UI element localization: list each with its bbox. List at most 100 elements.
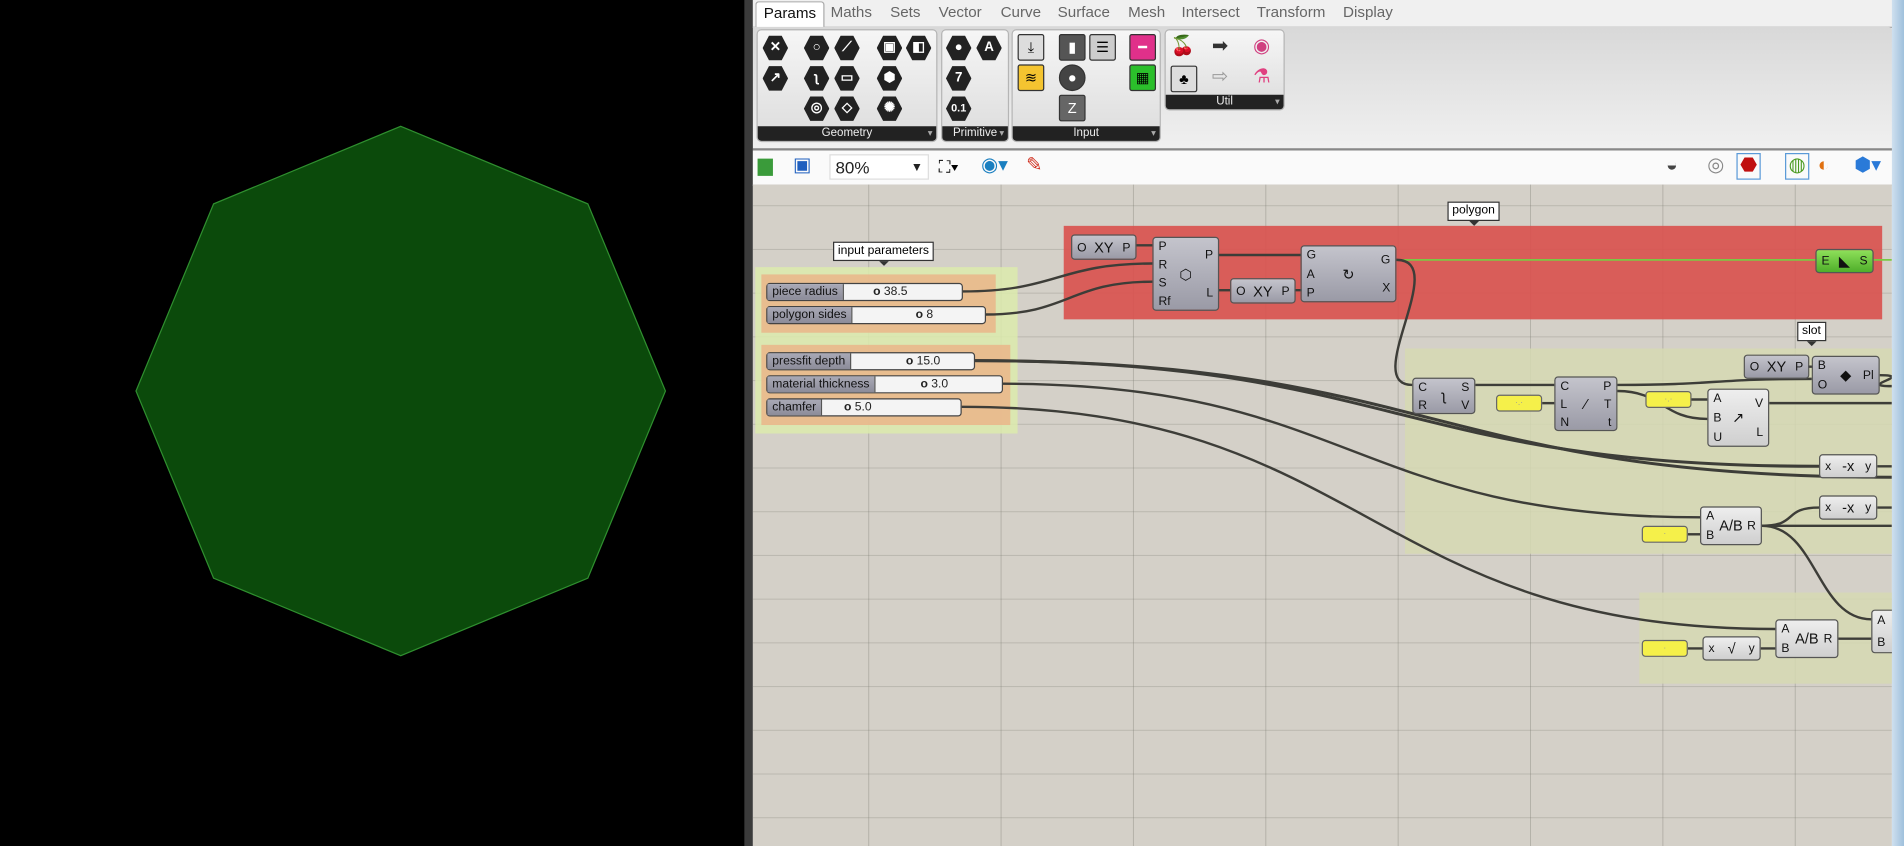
input-port[interactable]: R [1158,257,1167,273]
polygon-component[interactable]: P R S Rf P L ⬡ [1152,236,1220,311]
orient-component[interactable]: G A P G X ↻ [1300,245,1397,303]
input-port[interactable]: R [1418,398,1427,414]
input-port[interactable]: P [1307,286,1315,302]
plane-component[interactable]: B O Pl ◆ [1811,355,1880,395]
output-port[interactable]: L [1756,425,1763,441]
number-panel[interactable]: ·.· [1645,391,1692,409]
output-port[interactable]: y [1865,500,1871,516]
input-port[interactable]: B [1713,410,1721,426]
output-port[interactable]: R [1824,631,1833,647]
input-port[interactable]: O [1750,359,1759,375]
output-port[interactable]: V [1755,396,1763,412]
input-port[interactable]: P [1158,239,1166,255]
window-edge-scrollbar[interactable] [1891,0,1904,846]
material-thickness-slider[interactable]: material thickness 3.0 [766,375,1004,394]
wire[interactable] [1761,524,1872,621]
slider-value: 15.0 [906,353,941,369]
output-port[interactable]: y [1865,459,1871,475]
div1-component[interactable]: A B R A/B [1700,506,1762,546]
input-port[interactable]: A [1307,267,1315,283]
input-parameters-label[interactable]: input parameters [833,241,934,266]
output-port[interactable]: P [1205,248,1213,264]
xy2-component[interactable]: O P XY [1230,278,1296,304]
number-panel[interactable]: · [1641,525,1688,543]
segments-component[interactable]: CR SVʅ [1412,377,1476,415]
output-port[interactable]: L [1206,285,1213,301]
input-port[interactable]: O [1236,284,1245,300]
output-port[interactable]: P [1122,240,1130,256]
input-port[interactable]: A [1706,509,1714,525]
input-port[interactable]: x [1709,641,1715,657]
wire[interactable] [1761,506,1820,528]
output-port[interactable]: P [1281,284,1289,300]
input-port[interactable]: A [1781,622,1789,638]
output-port[interactable]: P [1795,359,1803,375]
explode-component[interactable]: E S ◣ [1815,248,1874,274]
output-port[interactable]: X [1382,281,1390,297]
component-icon: ʅ [1442,387,1446,405]
input-port[interactable]: C [1418,379,1427,395]
output-port[interactable]: G [1381,252,1390,268]
output-port[interactable]: R [1747,519,1756,535]
input-port[interactable]: E [1821,254,1829,270]
wire[interactable] [1617,377,1812,387]
slider-label: material thickness [767,376,876,393]
piece-radius-slider[interactable]: piece radius 38.5 [766,282,963,302]
input-port[interactable]: B [1877,635,1885,651]
input-port[interactable]: G [1307,248,1316,264]
input-port[interactable]: C [1560,378,1569,394]
vector-component[interactable]: A B U V L ↗ [1707,388,1770,447]
input-port[interactable]: O [1818,378,1827,394]
input-port[interactable]: S [1158,276,1166,292]
input-port[interactable]: O [1077,240,1086,256]
wire[interactable] [986,280,1153,316]
polygon-sides-slider[interactable]: polygon sides 8 [766,306,987,325]
wire[interactable] [1394,258,1416,387]
output-port[interactable]: t [1608,415,1611,431]
chamfer-slider[interactable]: chamfer 5.0 [766,398,962,417]
output-port[interactable]: T [1604,396,1611,412]
component-icon: ↻ [1342,265,1355,283]
wire[interactable] [961,405,1776,631]
output-port[interactable]: S [1461,379,1469,395]
input-port[interactable]: B [1818,358,1826,374]
pressfit-depth-slider[interactable]: pressfit depth 15.0 [766,352,976,371]
slot-group-label[interactable]: slot [1797,321,1826,347]
input-port[interactable]: N [1560,415,1569,431]
input-port[interactable]: B [1706,528,1714,544]
output-port[interactable]: Pl [1863,368,1874,384]
div2-component[interactable]: A B R A/B [1775,619,1839,659]
output-port[interactable]: y [1749,641,1755,657]
input-port[interactable]: L [1560,396,1567,412]
neg2-component[interactable]: x y -x [1819,495,1878,520]
slider-value: 8 [916,307,933,323]
component-icon: · [1663,644,1667,653]
component-icon: ·.· [1515,398,1524,408]
component-icon: · [1663,530,1667,539]
slider-label: pressfit depth [767,353,852,370]
slider-value: 3.0 [920,376,948,392]
polygon-group-label[interactable]: polygon [1447,201,1500,226]
output-port[interactable]: S [1859,254,1867,270]
wire[interactable] [1878,374,1892,388]
input-port[interactable]: B [1781,641,1789,657]
component-icon: ·.· [1664,395,1673,404]
number-panel[interactable]: ·.· [1496,394,1543,412]
input-port[interactable]: Rf [1158,294,1170,310]
output-port[interactable]: P [1603,378,1611,394]
output-port[interactable]: V [1461,398,1469,414]
xy1-component[interactable]: O P XY [1071,234,1137,260]
divide-component[interactable]: C L N P Tt ⁄ [1554,376,1618,432]
xy3-component[interactable]: O P XY [1743,354,1810,379]
definition-layer: input parameters polygon slot piece radius 3… [0,0,1892,846]
wire[interactable] [962,262,1153,293]
input-port[interactable]: x [1825,459,1831,475]
partial-component[interactable]: AB [1871,609,1892,654]
neg1-component[interactable]: x y -x [1819,454,1878,479]
input-port[interactable]: A [1713,391,1721,407]
input-port[interactable]: A [1877,613,1885,629]
number-panel[interactable]: · [1641,639,1688,657]
sqrt-component[interactable]: x y √ [1702,636,1761,661]
input-port[interactable]: U [1713,430,1722,446]
input-port[interactable]: x [1825,500,1831,516]
